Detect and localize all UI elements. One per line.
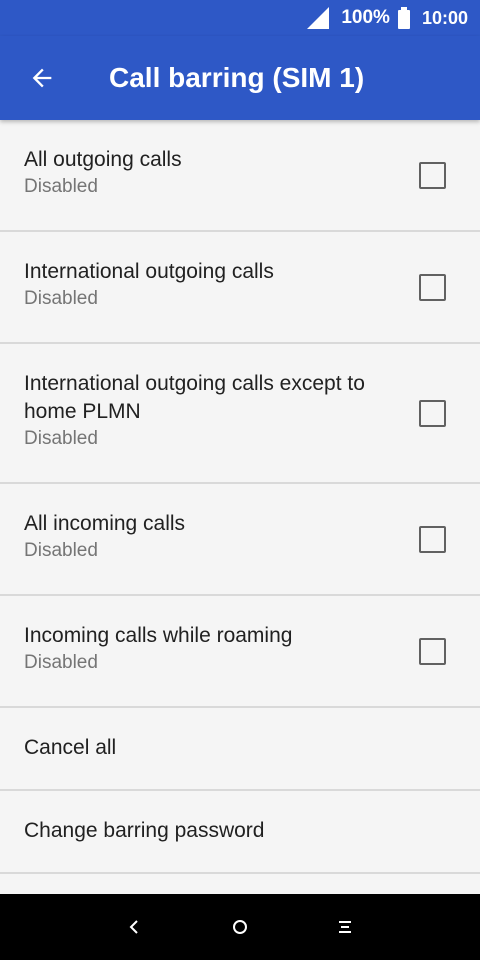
list-item-all-incoming[interactable]: All incoming calls Disabled (0, 484, 480, 596)
list-item-international-except-home[interactable]: International outgoing calls except to h… (0, 344, 480, 484)
list-item-change-password[interactable]: Change barring password (0, 791, 480, 874)
home-icon (233, 920, 247, 934)
checkbox-incoming-roaming[interactable] (419, 638, 446, 665)
menu-icon (339, 921, 351, 933)
arrow-left-icon (32, 68, 52, 88)
list-item-international-outgoing[interactable]: International outgoing calls Disabled (0, 232, 480, 344)
page-title: Call barring (SIM 1) (109, 62, 365, 93)
cancel-all-label: Cancel all (24, 736, 117, 759)
nav-home-button[interactable] (225, 912, 255, 942)
call-barring-list: All outgoing calls Disabled Internationa… (0, 120, 480, 874)
list-item-incoming-roaming[interactable]: Incoming calls while roaming Disabled (0, 596, 480, 708)
list-item-cancel-all[interactable]: Cancel all (0, 708, 480, 791)
back-icon (129, 920, 138, 934)
back-button[interactable] (16, 52, 68, 104)
change-password-label: Change barring password (24, 819, 265, 842)
item-title: All outgoing calls (24, 148, 182, 171)
signal-icon (307, 7, 330, 29)
list-item-all-outgoing[interactable]: All outgoing calls Disabled (0, 120, 480, 232)
item-title: International outgoing calls except to h… (24, 372, 365, 423)
checkbox-all-outgoing[interactable] (419, 162, 446, 189)
navigation-bar (0, 894, 480, 960)
item-status: Disabled (24, 652, 98, 673)
item-title: Incoming calls while roaming (24, 624, 293, 647)
item-status: Disabled (24, 176, 98, 197)
checkbox-all-incoming[interactable] (419, 526, 446, 553)
status-time: 10:00 (421, 7, 468, 28)
battery-percent: 100% (341, 7, 390, 28)
item-status: Disabled (24, 428, 98, 449)
checkbox-international-outgoing[interactable] (419, 274, 446, 301)
status-bar: 100% 10:00 (0, 0, 480, 36)
item-status: Disabled (24, 288, 98, 309)
item-title: International outgoing calls (24, 260, 274, 283)
battery-icon (397, 7, 410, 29)
app-bar: Call barring (SIM 1) (0, 36, 480, 120)
nav-menu-button[interactable] (330, 912, 360, 942)
nav-back-button[interactable] (119, 912, 149, 942)
item-title: All incoming calls (24, 512, 186, 535)
item-status: Disabled (24, 540, 98, 561)
checkbox-international-except-home[interactable] (419, 400, 446, 427)
